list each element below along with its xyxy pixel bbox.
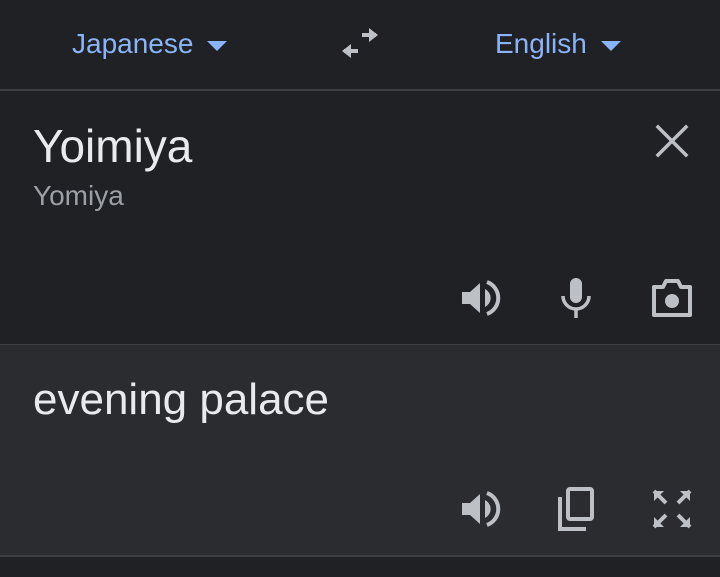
fullscreen-icon xyxy=(652,489,692,529)
dropdown-caret-icon xyxy=(207,41,228,51)
speaker-icon xyxy=(462,280,501,316)
target-language-selector[interactable]: English xyxy=(495,24,621,64)
bottom-strip xyxy=(0,557,720,577)
dropdown-caret-icon xyxy=(600,41,621,51)
translation-text[interactable]: evening palace xyxy=(33,375,329,425)
camera-input-button[interactable] xyxy=(648,274,696,322)
target-language-label: English xyxy=(495,28,587,59)
source-panel: Yoimiya Yomiya xyxy=(0,93,720,344)
clear-input-button[interactable] xyxy=(652,121,692,161)
swap-arrows-icon xyxy=(342,28,378,58)
language-bar: Japanese English xyxy=(0,0,720,91)
listen-source-button[interactable] xyxy=(456,274,504,322)
result-panel: evening palace xyxy=(0,344,720,557)
translate-app: Japanese English Yoimiya Yomiya evening … xyxy=(0,0,720,577)
copy-icon xyxy=(558,487,594,531)
microphone-icon xyxy=(561,278,591,318)
fullscreen-button[interactable] xyxy=(648,485,696,533)
voice-input-button[interactable] xyxy=(552,274,600,322)
speaker-icon xyxy=(462,491,501,527)
swap-languages-button[interactable] xyxy=(336,22,384,66)
source-text[interactable]: Yoimiya xyxy=(33,119,192,173)
source-romanization: Yomiya xyxy=(33,180,124,211)
camera-icon xyxy=(652,279,692,317)
close-icon xyxy=(655,124,689,158)
source-language-selector[interactable]: Japanese xyxy=(72,24,228,64)
source-language-label: Japanese xyxy=(72,28,194,59)
listen-translation-button[interactable] xyxy=(456,485,504,533)
copy-translation-button[interactable] xyxy=(552,485,600,533)
